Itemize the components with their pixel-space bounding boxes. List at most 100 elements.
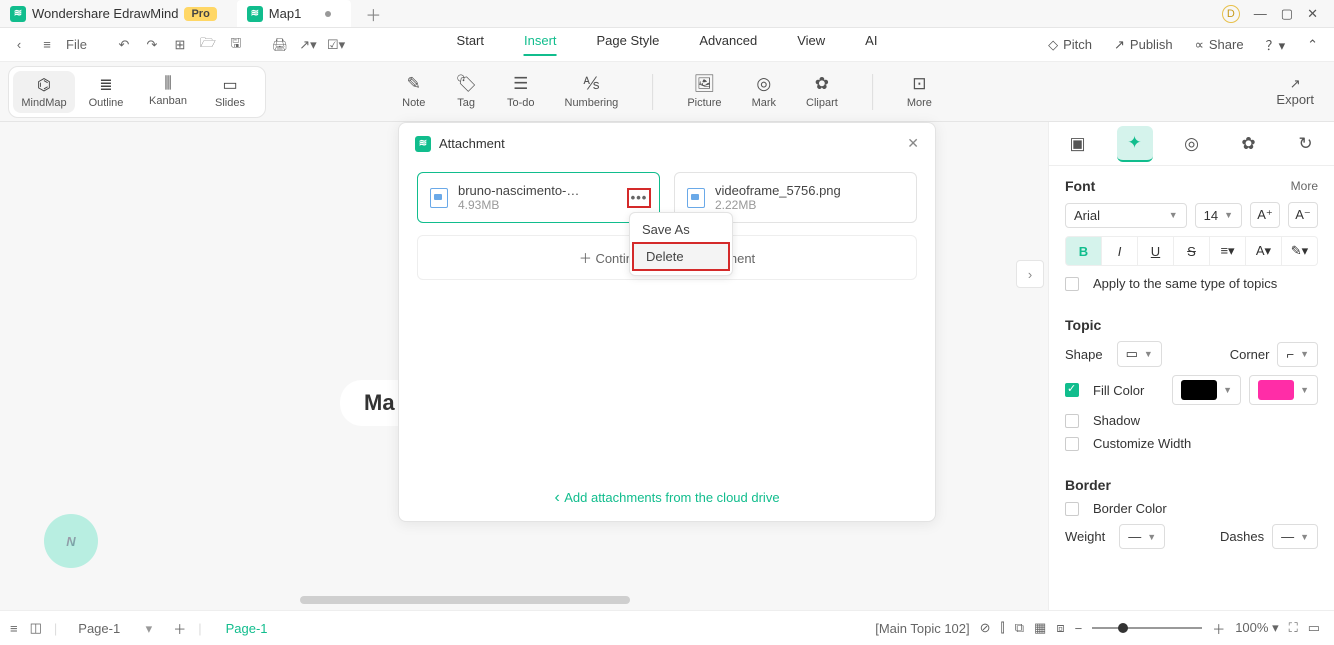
pitch-button[interactable]: ◇ Pitch xyxy=(1048,37,1092,53)
tab-ai[interactable]: AI xyxy=(865,33,877,56)
font-family-select[interactable]: Arial▼ xyxy=(1065,203,1187,228)
sidetab-style[interactable]: ▣ xyxy=(1060,126,1096,162)
zoom-out-button[interactable]: − xyxy=(1075,621,1083,636)
weight-select[interactable]: — ▼ xyxy=(1119,524,1165,549)
fill-color-dropdown-2[interactable]: ▼ xyxy=(1249,375,1318,405)
ribbon-picture[interactable]: 🖼Picture xyxy=(687,74,721,110)
add-tab-button[interactable]: ＋ xyxy=(365,2,381,26)
sidetab-history[interactable]: ↻ xyxy=(1288,126,1324,162)
ribbon-more[interactable]: ⊡More xyxy=(907,74,932,110)
fullscreen-button[interactable]: ⛶ xyxy=(1289,620,1298,636)
expand-sidepanel-button[interactable]: › xyxy=(1016,260,1044,288)
tab-advanced[interactable]: Advanced xyxy=(699,33,757,56)
new-button[interactable]: ⊞ xyxy=(171,37,189,53)
status-icon-1[interactable]: ⊘ xyxy=(980,620,991,636)
export-button[interactable]: ↗Export xyxy=(1276,76,1314,107)
ribbon-note[interactable]: ✎Note xyxy=(402,74,425,110)
viewmode-mindmap[interactable]: ⌬MindMap xyxy=(13,71,75,113)
italic-button[interactable]: I xyxy=(1102,236,1138,266)
viewmode-outline[interactable]: ≣Outline xyxy=(75,71,137,113)
strikethrough-button[interactable]: S xyxy=(1174,236,1210,266)
attachment-more-button[interactable]: ••• xyxy=(627,188,651,208)
viewmode-slides[interactable]: ▭Slides xyxy=(199,71,261,113)
minimize-button[interactable]: — xyxy=(1254,6,1267,21)
fit-button[interactable]: ▭ xyxy=(1308,620,1320,636)
open-button[interactable]: 🗁 xyxy=(199,34,217,56)
status-icon-3[interactable]: ⧉ xyxy=(1015,620,1024,636)
underline-button[interactable]: U xyxy=(1138,236,1174,266)
dialog-close-button[interactable]: ✕ xyxy=(907,135,919,152)
import-dropdown-button[interactable]: ☑▾ xyxy=(327,37,345,53)
attachment-size: 4.93MB xyxy=(458,198,588,212)
corner-select[interactable]: ⌐ ▼ xyxy=(1277,342,1318,367)
add-from-cloud-link[interactable]: Add attachments from the cloud drive xyxy=(399,489,935,507)
ribbon-todo[interactable]: ☰To-do xyxy=(507,74,535,110)
tab-insert[interactable]: Insert xyxy=(524,33,557,56)
mascot-button[interactable]: N xyxy=(44,514,98,568)
zoom-in-button[interactable]: ＋ xyxy=(1212,619,1225,638)
font-decrease-button[interactable]: A⁻ xyxy=(1288,202,1318,228)
add-page-button[interactable]: ＋ xyxy=(173,619,186,638)
border-color-checkbox[interactable] xyxy=(1065,502,1079,516)
viewmode-kanban[interactable]: ⫼Kanban xyxy=(137,71,199,113)
status-icon-2[interactable]: ⫿ xyxy=(1001,620,1005,636)
font-more-link[interactable]: More xyxy=(1291,179,1318,193)
ribbon-mark[interactable]: ◎Mark xyxy=(752,74,776,110)
shape-select[interactable]: ▭ ▼ xyxy=(1117,341,1162,367)
document-tab[interactable]: ≋ Map1 xyxy=(237,0,352,27)
shadow-checkbox[interactable] xyxy=(1065,414,1079,428)
page-tab-active[interactable]: Page-1 xyxy=(214,621,280,636)
save-button[interactable]: 🖫 xyxy=(227,34,245,56)
sidetab-mark[interactable]: ◎ xyxy=(1174,126,1210,162)
ribbon-tag[interactable]: 🏷Tag xyxy=(455,74,477,110)
fill-color-dropdown-1[interactable]: ▼ xyxy=(1172,375,1241,405)
customize-width-label: Customize Width xyxy=(1093,436,1191,451)
attachment-card-1[interactable]: bruno-nascimento-PHIg... 4.93MB ••• xyxy=(417,172,660,223)
redo-button[interactable]: ↷ xyxy=(143,37,161,53)
export-dropdown-button[interactable]: ↗▾ xyxy=(299,37,317,53)
split-view-icon[interactable]: ◫ xyxy=(30,620,42,636)
customize-width-checkbox[interactable] xyxy=(1065,437,1079,451)
close-button[interactable]: ✕ xyxy=(1307,6,1318,22)
menu-icon[interactable]: ≡ xyxy=(38,37,56,52)
undo-button[interactable]: ↶ xyxy=(115,37,133,53)
shadow-label: Shadow xyxy=(1093,413,1140,428)
status-icon-4[interactable]: ▦ xyxy=(1034,620,1046,636)
font-increase-button[interactable]: A⁺ xyxy=(1250,202,1280,228)
tab-start[interactable]: Start xyxy=(457,33,484,56)
pro-badge: Pro xyxy=(184,7,216,21)
apply-same-type-checkbox[interactable] xyxy=(1065,277,1079,291)
menu-delete[interactable]: Delete xyxy=(632,242,730,271)
align-button[interactable]: ≡▾ xyxy=(1210,236,1246,266)
zoom-slider[interactable] xyxy=(1092,627,1202,629)
share-button[interactable]: ∝ Share xyxy=(1195,37,1244,53)
tab-page-style[interactable]: Page Style xyxy=(597,33,660,56)
sidetab-clipart[interactable]: ✿ xyxy=(1231,126,1267,162)
font-size-select[interactable]: 14▼ xyxy=(1195,203,1242,228)
user-avatar[interactable]: D xyxy=(1222,5,1240,23)
help-button[interactable]: ？▾ xyxy=(1266,35,1286,54)
ribbon-numbering[interactable]: ⅍Numbering xyxy=(565,74,619,110)
bold-button[interactable]: B xyxy=(1065,236,1102,266)
dashes-select[interactable]: — ▼ xyxy=(1272,524,1318,549)
horizontal-scrollbar[interactable] xyxy=(300,596,630,604)
status-icon-5[interactable]: ⧈ xyxy=(1056,620,1064,636)
back-button[interactable]: ‹ xyxy=(10,37,28,52)
publish-button[interactable]: ↗ Publish xyxy=(1114,37,1173,53)
collapse-ribbon-button[interactable]: ⌃ xyxy=(1307,37,1318,53)
font-color-button[interactable]: A▾ xyxy=(1246,236,1282,266)
print-button[interactable]: 🖨 xyxy=(271,37,289,53)
menu-save-as[interactable]: Save As xyxy=(630,217,732,242)
tab-view[interactable]: View xyxy=(797,33,825,56)
file-menu[interactable]: File xyxy=(66,37,87,52)
weight-label: Weight xyxy=(1065,529,1105,544)
zoom-level[interactable]: 100% ▾ xyxy=(1235,620,1278,636)
ribbon-clipart[interactable]: ✿Clipart xyxy=(806,74,838,110)
fill-color-checkbox[interactable] xyxy=(1065,383,1079,397)
highlight-button[interactable]: ✎▾ xyxy=(1282,236,1318,266)
dialog-logo-icon: ≋ xyxy=(415,136,431,152)
outline-toggle-icon[interactable]: ≡ xyxy=(10,621,18,636)
page-select[interactable]: Page-1 xyxy=(69,618,161,639)
sidetab-ai[interactable]: ✦ xyxy=(1117,126,1153,162)
maximize-button[interactable]: ▢ xyxy=(1281,6,1293,22)
